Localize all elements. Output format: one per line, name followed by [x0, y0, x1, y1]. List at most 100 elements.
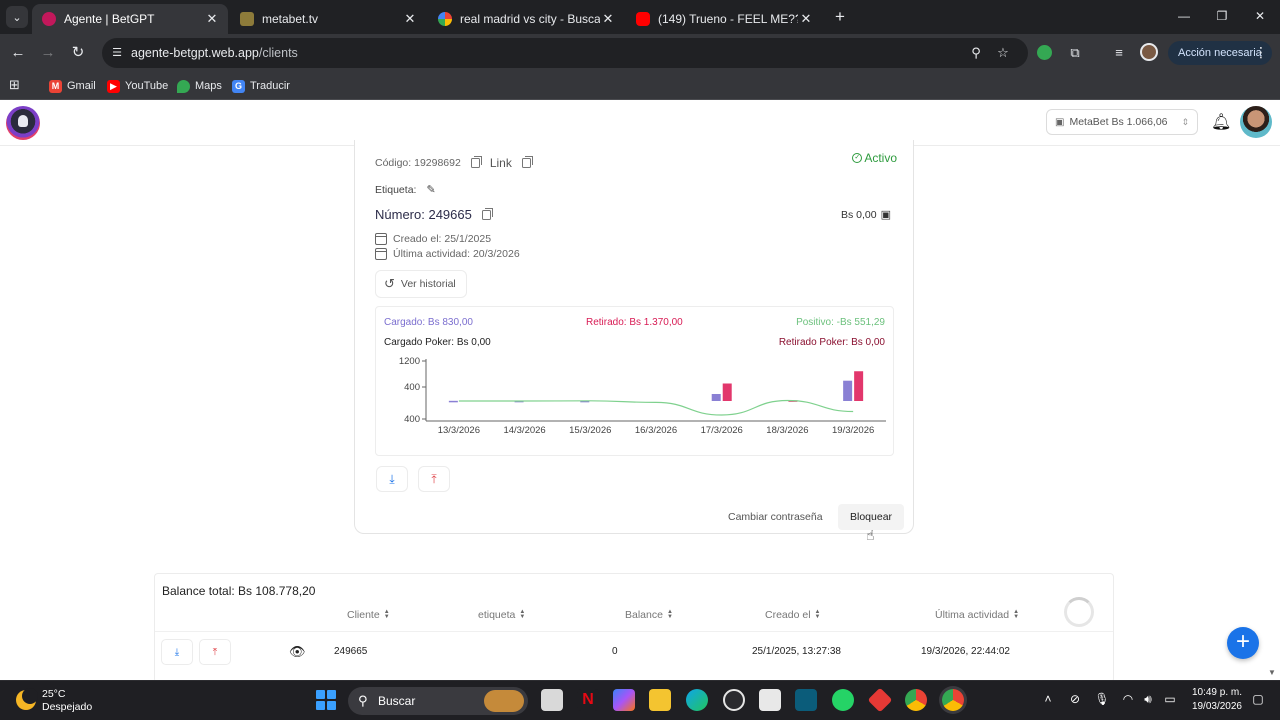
edit-pencil-icon[interactable]: ✎	[426, 183, 435, 196]
minimize-icon[interactable]: —	[1172, 6, 1196, 26]
notifications-icon[interactable]: ▢	[1250, 692, 1266, 706]
taskbar-search[interactable]: ⚲ Buscar	[348, 687, 528, 715]
tab-search-chevron-icon[interactable]: ⌄	[6, 6, 28, 28]
tray-chevron-up-icon[interactable]: ˄	[1040, 692, 1056, 706]
bookmark-gmail[interactable]: M Gmail	[49, 77, 96, 95]
file-explorer-icon[interactable]	[649, 689, 671, 711]
site-settings-icon[interactable]: ☰	[110, 46, 124, 60]
chrome-profile-icon[interactable]	[942, 689, 964, 711]
copy-number-icon[interactable]	[481, 207, 493, 220]
tab-title: (149) Trueno - FEEL ME?? (Vide	[658, 12, 798, 26]
hand-cursor-icon: ☝	[866, 527, 875, 543]
task-view-icon[interactable]	[541, 689, 563, 711]
header-cliente[interactable]: Cliente ▲ ▼	[347, 609, 390, 621]
copilot-icon[interactable]	[613, 689, 635, 711]
tab-title: Agente | BetGPT	[64, 12, 155, 26]
back-arrow-icon[interactable]: ←	[8, 43, 28, 63]
temperature[interactable]: 25°C	[42, 688, 65, 700]
weather-condition[interactable]: Despejado	[42, 701, 92, 713]
settings-gear-icon[interactable]	[723, 689, 745, 711]
whatsapp-icon[interactable]	[832, 689, 854, 711]
volume-icon[interactable]: 🔊︎	[1140, 692, 1156, 707]
url-text: agente-betgpt.web.app/clients	[131, 46, 298, 60]
betgpt-logo[interactable]	[6, 106, 40, 140]
browser-tab-bar: ⌄ Agente | BetGPT ✕ metabet.tv ✕ real ma…	[0, 0, 1280, 34]
last-activity-row: Última actividad: 20/3/2026	[375, 248, 520, 260]
copy-link-icon[interactable]	[521, 156, 533, 168]
window-close-icon[interactable]: ✕	[1248, 6, 1272, 26]
edge-icon[interactable]	[686, 689, 708, 711]
bookmark-traducir[interactable]: G Traducir	[232, 77, 290, 95]
header-etiqueta[interactable]: etiqueta ▲ ▼	[478, 609, 525, 621]
microphone-icon[interactable]: 🎙︎	[1094, 692, 1110, 706]
red-app-icon[interactable]	[867, 687, 893, 713]
microsoft-store-icon[interactable]	[759, 689, 781, 711]
sort-icon: ▲ ▼	[814, 609, 821, 620]
chart-bar	[448, 400, 458, 403]
cell-creado: 25/1/2025, 13:27:38	[752, 646, 841, 657]
chrome-icon[interactable]	[905, 689, 927, 711]
scroll-down-arrow-icon[interactable]: ▼	[1268, 668, 1276, 677]
sort-icon: ▲ ▼	[1013, 609, 1020, 620]
address-bar[interactable]: ☰ agente-betgpt.web.app/clients ⚲ ☆	[102, 38, 1028, 68]
tab-metabet[interactable]: metabet.tv ✕	[230, 4, 426, 34]
sort-icon: ▲ ▼	[383, 609, 390, 620]
forward-arrow-icon[interactable]: →	[38, 43, 58, 63]
reload-icon[interactable]: ↻	[68, 43, 88, 63]
change-password-link[interactable]: Cambiar contraseña	[728, 511, 823, 523]
windows-start-icon[interactable]	[316, 690, 336, 710]
client-link[interactable]: Link	[490, 156, 512, 170]
header-creado[interactable]: Creado el ▲ ▼	[765, 609, 820, 621]
view-history-button[interactable]: ↺ Ver historial	[375, 270, 467, 298]
bookmark-maps[interactable]: Maps	[177, 77, 222, 95]
wallet-selector[interactable]: ▣ MetaBet Bs 1.066,06 ⇕	[1046, 109, 1198, 135]
client-number: Número: 249665	[375, 207, 472, 222]
kebab-menu-icon[interactable]: ⋮	[1254, 44, 1268, 61]
netflix-icon[interactable]: N	[577, 689, 599, 711]
no-signal-icon[interactable]: ⊘	[1067, 692, 1083, 706]
tab-google-search[interactable]: real madrid vs city - Buscar con ✕	[428, 4, 624, 34]
copy-icon[interactable]	[470, 156, 482, 168]
x-tick-label: 14/3/2026	[503, 425, 545, 435]
withdraw-upload-button[interactable]: ⤒	[418, 466, 450, 492]
new-tab-plus-icon[interactable]: +	[830, 7, 850, 27]
battery-icon[interactable]: ▭	[1162, 692, 1178, 706]
x-tick-label: 13/3/2026	[438, 425, 480, 435]
row-deposit-button[interactable]: ⤓	[161, 639, 193, 665]
metabet-favicon-icon	[240, 12, 254, 26]
cell-cliente[interactable]: 249665	[334, 646, 367, 657]
header-balance[interactable]: Balance ▲ ▼	[625, 609, 673, 621]
upload-icon: ⤒	[212, 646, 218, 658]
user-avatar[interactable]	[1240, 106, 1272, 138]
row-withdraw-button[interactable]: ⤒	[199, 639, 231, 665]
client-code-row: Código: 19298692 Link	[375, 156, 535, 170]
profile-avatar-icon[interactable]	[1140, 43, 1158, 61]
close-icon[interactable]: ✕	[600, 11, 616, 27]
wifi-icon[interactable]: ◠	[1120, 692, 1136, 706]
activity-chart: 1200 400 400 13/3/2026 14/3/2026 15/3/2026 16…	[399, 356, 886, 435]
tab-youtube[interactable]: (149) Trueno - FEEL ME?? (Vide ✕	[626, 4, 822, 34]
close-icon[interactable]: ✕	[204, 11, 220, 27]
view-eye-icon[interactable]: 👁︎	[289, 644, 306, 660]
location-pin-icon[interactable]: ⚲	[968, 45, 984, 61]
extension-green-icon[interactable]	[1037, 45, 1052, 60]
close-icon[interactable]: ✕	[402, 11, 418, 27]
moon-weather-icon[interactable]	[16, 688, 38, 710]
notification-bell-icon[interactable]: 🔔︎	[1211, 113, 1231, 133]
apps-grid-icon[interactable]: ⊞	[9, 78, 23, 92]
header-ultima-actividad[interactable]: Última actividad ▲ ▼	[935, 609, 1019, 621]
stats-panel: Cargado: Bs 830,00 Retirado: Bs 1.370,00…	[375, 306, 894, 456]
client-balance: Bs 0,00 ▣	[840, 208, 891, 222]
disney-plus-icon[interactable]	[795, 689, 817, 711]
bookmark-star-icon[interactable]: ☆	[995, 45, 1011, 61]
close-icon[interactable]: ✕	[798, 11, 814, 27]
reading-list-icon[interactable]: ≡	[1110, 44, 1128, 62]
maximize-icon[interactable]: ❐	[1210, 6, 1234, 26]
deposit-download-button[interactable]: ⤓	[376, 466, 408, 492]
tab-title: real madrid vs city - Buscar con	[460, 12, 600, 26]
extensions-puzzle-icon[interactable]: ⧉	[1066, 44, 1084, 62]
tab-agente-betgpt[interactable]: Agente | BetGPT ✕	[32, 4, 228, 34]
bookmark-youtube[interactable]: ▶ YouTube	[107, 77, 168, 95]
add-client-button[interactable]: +	[1227, 627, 1259, 659]
system-clock[interactable]: 10:49 p. m. 19/03/2026	[1188, 686, 1242, 714]
